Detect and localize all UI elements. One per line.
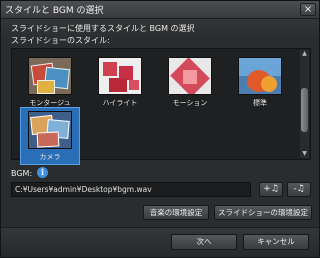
style-label-camera: カメラ — [39, 153, 61, 161]
window-title: スタイルと BGM の選択 — [5, 6, 104, 16]
dialog-description: スライドショーに使用するスタイルと BGM の選択 — [11, 24, 195, 33]
music-settings-button[interactable]: 音楽の環境設定 — [143, 205, 209, 220]
info-icon[interactable]: i — [37, 167, 48, 178]
standard-thumbnail — [238, 57, 282, 95]
add-music-icon: +♫ — [263, 184, 279, 194]
remove-music-button[interactable]: -♫ — [287, 182, 311, 197]
title-bar[interactable]: スタイルと BGM の選択 × — [1, 1, 319, 19]
style-label-highlight: ハイライト — [102, 99, 138, 107]
slideshow-settings-button[interactable]: スライドショーの環境設定 — [214, 205, 312, 220]
close-button[interactable]: × — [300, 3, 316, 16]
add-music-button[interactable]: +♫ — [259, 182, 283, 197]
style-section-label: スライドショーのスタイル: — [11, 36, 110, 45]
style-bgm-dialog: スタイルと BGM の選択 × スライドショーに使用するスタイルと BGM の選… — [0, 0, 320, 258]
scroll-down-icon[interactable]: ▼ — [300, 150, 309, 158]
camera-thumbnail — [28, 111, 72, 149]
bgm-label: BGM: — [11, 169, 33, 178]
bgm-path-field[interactable]: C:¥Users¥admin¥Desktop¥bgm.wav — [11, 182, 251, 197]
motion-thumbnail — [168, 57, 212, 95]
next-button[interactable]: 次へ — [171, 234, 237, 250]
remove-music-icon: -♫ — [293, 184, 305, 194]
cancel-button[interactable]: キャンセル — [243, 234, 309, 250]
style-label-standard: 標準 — [253, 99, 267, 107]
scroll-thumb[interactable] — [301, 88, 308, 132]
close-icon: × — [303, 4, 313, 15]
style-list-scrollbar[interactable]: ▲ ▼ — [300, 50, 309, 158]
style-label-motion: モーション — [172, 99, 208, 107]
scroll-up-icon[interactable]: ▲ — [300, 50, 309, 58]
style-list[interactable]: モンタージュ ハイライト モーション 標準 カメラ ▲ ▼ — [11, 48, 311, 165]
montage-thumbnail — [28, 57, 72, 95]
highlight-thumbnail — [98, 57, 142, 95]
